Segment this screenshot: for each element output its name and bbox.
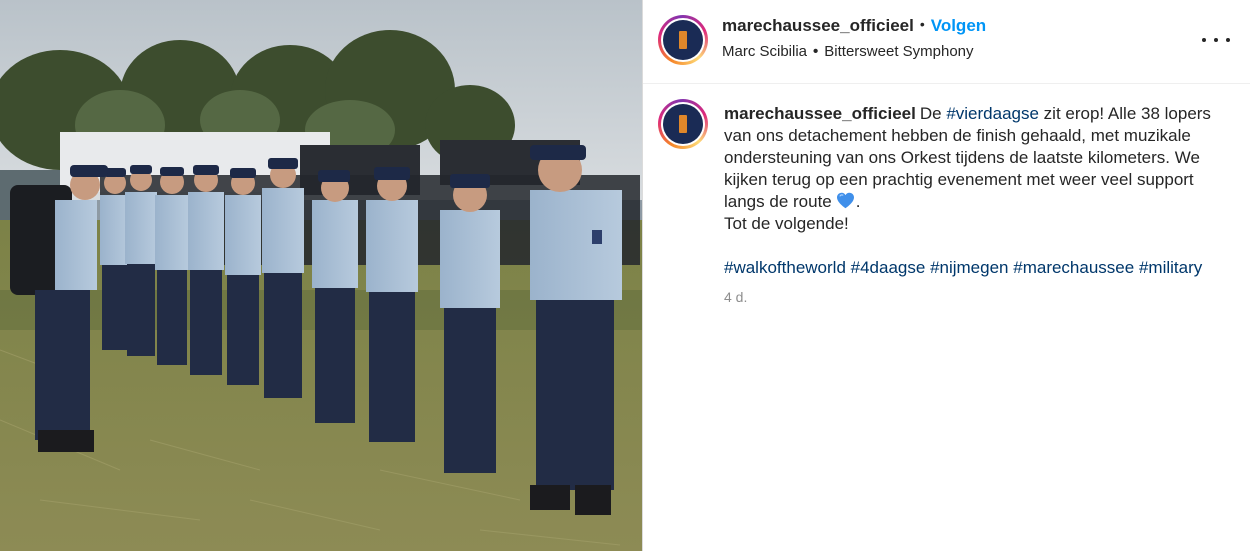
hashtag-link[interactable]: #nijmegen [930,258,1008,277]
hashtag-link[interactable]: #4daagse [851,258,926,277]
more-horizontal-icon [1202,38,1206,42]
music-artist[interactable]: Marc Scibilia [722,43,807,60]
caption-text: marechaussee_officieel De #vierdaagse zit… [724,104,1211,211]
post-timestamp[interactable]: 4 d. [724,286,1224,308]
post-media[interactable] [0,0,642,551]
header-text: marechaussee_officieel • Volgen Marc Scibi… [722,16,986,60]
header-separator: • [919,16,925,32]
caption-username[interactable]: marechaussee_officieel [724,104,916,123]
header-username[interactable]: marechaussee_officieel [722,16,914,35]
caption: marechaussee_officieel De #vierdaagse zit… [724,103,1224,308]
post-photo [0,0,642,551]
hashtag-link[interactable]: #vierdaagse [946,104,1039,123]
audio-info[interactable]: Marc Scibilia • Bittersweet Symphony [722,43,986,60]
hashtag-list: #walkoftheworld #4daagse #nijmegen #mare… [724,257,1224,279]
more-options-button[interactable] [1202,28,1230,52]
hashtag-link[interactable]: #military [1139,258,1202,277]
music-track[interactable]: Bittersweet Symphony [824,43,973,60]
hashtag-link[interactable]: #marechaussee [1013,258,1134,277]
avatar[interactable] [658,15,708,65]
blue-heart-icon [836,192,854,209]
rank-insignia-icon [679,31,687,49]
post-sidebar: marechaussee_officieel • Volgen Marc Scibi… [643,0,1250,551]
hashtag-link[interactable]: #walkoftheworld [724,258,846,277]
rank-insignia-icon [679,115,687,133]
avatar-image [663,104,703,144]
instagram-post: marechaussee_officieel • Volgen Marc Scibi… [0,0,1250,551]
caption-line-2: Tot de volgende! [724,214,849,233]
caption-avatar[interactable] [658,99,708,149]
follow-button[interactable]: Volgen [931,16,986,35]
music-separator: • [813,43,819,60]
avatar-image [663,20,703,60]
post-header: marechaussee_officieel • Volgen Marc Scibi… [643,0,1250,84]
